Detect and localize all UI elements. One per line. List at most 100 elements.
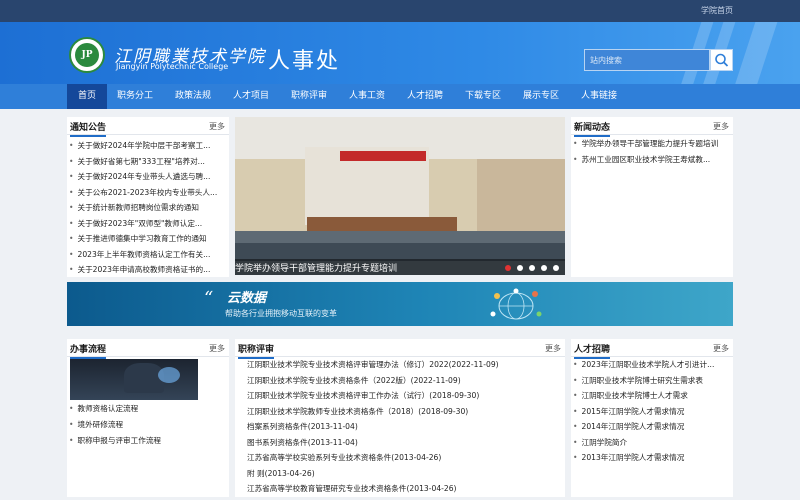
list-item[interactable]: 江阴职业技术学院专业技术资格评审管理办法（修订）2022(2022-11-09) xyxy=(247,359,561,370)
bullet-icon: • xyxy=(69,249,74,259)
school-logo[interactable]: JP xyxy=(69,37,105,73)
process-more-link[interactable]: 更多 xyxy=(209,343,225,354)
list-item[interactable]: • 关于做好2023年"双师型"教师认定... xyxy=(69,218,227,229)
slider-dot[interactable] xyxy=(529,265,535,271)
panel-divider xyxy=(571,356,733,357)
bullet-icon: • xyxy=(69,420,74,429)
slide-photo-table xyxy=(307,217,457,231)
bullet-icon: • xyxy=(69,172,74,181)
quote-icon: “ xyxy=(204,290,213,304)
header-banner: JP 江阴職業技术学院 Jiangyin Polytechnic College… xyxy=(0,22,800,84)
college-home-link[interactable]: 学院首页 xyxy=(701,5,733,16)
process-illustration xyxy=(70,359,198,400)
slider-dot[interactable] xyxy=(505,265,511,271)
list-item[interactable]: • 关于做好省第七期"333工程"培养对... xyxy=(69,156,227,167)
news-slider[interactable]: 学院举办领导干部管理能力提升专题培训 xyxy=(235,117,565,275)
list-item[interactable]: 附 则(2013-04-26) xyxy=(247,468,561,479)
list-item[interactable]: • 江阴学院简介 xyxy=(573,437,731,448)
list-item[interactable]: 江阴职业技术学院专业技术资格评审工作办法（试行）(2018-09-30) xyxy=(247,390,561,401)
list-item[interactable]: • 学院举办领导干部管理能力提升专题培训 xyxy=(573,138,731,149)
list-item[interactable]: • 关于2023年申请高校教师资格证书的... xyxy=(69,264,227,275)
globe-network-icon xyxy=(490,288,542,320)
list-item[interactable]: • 2023年江阴职业技术学院人才引进计... xyxy=(573,359,731,370)
bullet-icon: • xyxy=(573,391,578,400)
title-review-panel: 职称评审 更多 江阴职业技术学院专业技术资格评审管理办法（修订）2022(202… xyxy=(235,339,565,497)
nav-showcase[interactable]: 展示专区 xyxy=(517,84,565,109)
bullet-icon: • xyxy=(573,422,578,431)
list-item[interactable]: • 2015年江阴学院人才需求情况 xyxy=(573,406,731,417)
bullet-icon: • xyxy=(69,156,74,166)
list-item[interactable]: • 关于公布2021-2023年校内专业带头人... xyxy=(69,187,227,198)
list-item[interactable]: • 关于推进师德集中学习教育工作的通知 xyxy=(69,233,227,244)
list-item[interactable]: • 2013年江阴学院人才需求情况 xyxy=(573,452,731,463)
department-name: 人事处 xyxy=(268,49,341,74)
list-item[interactable]: • 江阴职业技术学院博士人才需求 xyxy=(573,390,731,401)
list-item[interactable]: • 江阴职业技术学院博士研究生需求表 xyxy=(573,375,731,386)
slider-dot[interactable] xyxy=(541,265,547,271)
list-item[interactable]: • 境外研修流程 xyxy=(69,419,227,430)
school-logo-mark: JP xyxy=(75,43,99,67)
list-item[interactable]: • 关于做好2024年专业带头人遴选与聘... xyxy=(69,171,227,182)
panel-divider xyxy=(67,134,229,135)
bullet-icon: • xyxy=(573,360,578,369)
nav-title-review[interactable]: 职称评审 xyxy=(285,84,333,109)
process-illustration-glow xyxy=(158,367,180,383)
slider-dot[interactable] xyxy=(553,265,559,271)
nav-salary[interactable]: 人事工资 xyxy=(343,84,391,109)
nav-talent-projects[interactable]: 人才项目 xyxy=(227,84,275,109)
decor-stripe xyxy=(729,22,781,84)
nav-recruitment[interactable]: 人才招聘 xyxy=(401,84,449,109)
panel-divider xyxy=(571,134,733,135)
nav-downloads[interactable]: 下载专区 xyxy=(459,84,507,109)
bullet-icon: • xyxy=(69,234,74,243)
ad-tagline: 帮助各行业拥抱移动互联的变革 xyxy=(225,309,337,318)
list-item[interactable]: • 2014年江阴学院人才需求情况 xyxy=(573,421,731,432)
list-item[interactable]: • 关于统计新教师招聘岗位需求的通知 xyxy=(69,202,227,213)
nav-links[interactable]: 人事链接 xyxy=(575,84,623,109)
bullet-icon: • xyxy=(69,404,74,413)
notice-panel: 通知公告 更多 • 关于做好2024年学院中层干部考察工... • 关于做好省第七期… xyxy=(67,117,229,277)
panel-divider xyxy=(67,356,229,357)
site-search-input[interactable] xyxy=(584,49,710,71)
list-item[interactable]: 江阴职业技术学院教师专业技术资格条件（2018）(2018-09-30) xyxy=(247,406,561,417)
school-name-en: Jiangyin Polytechnic College xyxy=(116,62,229,71)
search-icon xyxy=(715,53,729,67)
bullet-icon: • xyxy=(69,203,74,212)
list-item[interactable]: 江苏省高等学校教育管理研究专业技术资格条件(2013-04-26) xyxy=(247,483,561,494)
bullet-icon: • xyxy=(573,453,578,462)
ad-brand: 云数据 xyxy=(227,291,267,306)
list-item[interactable]: • 关于做好2024年学院中层干部考察工... xyxy=(69,140,227,151)
list-item[interactable]: 档案系列资格条件(2013-11-04) xyxy=(247,421,561,432)
slide-caption[interactable]: 学院举办领导干部管理能力提升专题培训 xyxy=(235,261,397,274)
cloud-data-ad[interactable]: “ 云数据 帮助各行业拥抱移动互联的变革 xyxy=(67,282,733,326)
bullet-icon: • xyxy=(69,187,74,197)
panel-divider xyxy=(235,356,565,357)
slider-dot[interactable] xyxy=(517,265,523,271)
list-item[interactable]: 江阴职业技术学院专业技术资格条件（2022版）(2022-11-09) xyxy=(247,375,561,386)
title-review-more-link[interactable]: 更多 xyxy=(545,343,561,354)
recruit-panel: 人才招聘 更多 • 2023年江阴职业技术学院人才引进计... • 江阴职业技术学院… xyxy=(571,339,733,497)
top-bar: 学院首页 xyxy=(0,0,800,22)
notice-more-link[interactable]: 更多 xyxy=(209,121,225,132)
search-button[interactable] xyxy=(710,49,733,71)
slide-photo-panel xyxy=(477,159,565,231)
news-more-link[interactable]: 更多 xyxy=(713,121,729,132)
svg-text:“: “ xyxy=(204,290,213,304)
list-item[interactable]: 图书系列资格条件(2013-11-04) xyxy=(247,437,561,448)
nav-policies[interactable]: 政策法规 xyxy=(169,84,217,109)
list-item[interactable]: • 职称申报与评审工作流程 xyxy=(69,435,227,446)
list-item[interactable]: 江苏省高等学校实验系列专业技术资格条件(2013-04-26) xyxy=(247,452,561,463)
recruit-more-link[interactable]: 更多 xyxy=(713,343,729,354)
list-item[interactable]: • 2023年上半年教师资格认定工作有关... xyxy=(69,249,227,260)
bullet-icon: • xyxy=(573,406,578,416)
news-panel: 新闻动态 更多 • 学院举办领导干部管理能力提升专题培训 • 苏州工业园区职业技术学… xyxy=(571,117,733,277)
bullet-icon: • xyxy=(69,265,74,274)
nav-duties[interactable]: 职务分工 xyxy=(111,84,159,109)
bullet-icon: • xyxy=(573,155,578,164)
bullet-icon: • xyxy=(573,437,578,447)
list-item[interactable]: • 苏州工业园区职业技术学院王寿斌教... xyxy=(573,154,731,165)
bullet-icon: • xyxy=(573,139,578,148)
nav-home[interactable]: 首页 xyxy=(67,84,107,109)
main-nav: 首页 职务分工 政策法规 人才项目 职称评审 人事工资 人才招聘 下载专区 展示… xyxy=(0,84,800,109)
list-item[interactable]: • 教师资格认定流程 xyxy=(69,403,227,414)
